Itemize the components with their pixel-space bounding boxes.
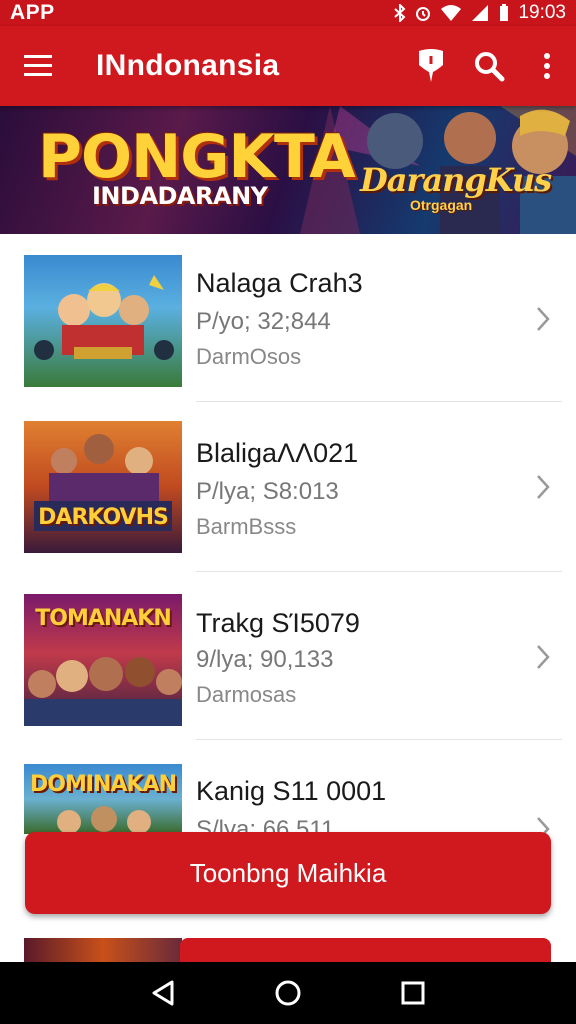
divider bbox=[196, 739, 562, 740]
chevron-right-icon bbox=[537, 645, 550, 669]
game-thumbnail bbox=[24, 255, 182, 387]
location-pin-icon bbox=[419, 49, 443, 82]
app-bar: INndonansia bbox=[0, 26, 576, 106]
item-title: BlaligaΛΛ021 bbox=[196, 438, 359, 468]
thumbnail-art bbox=[34, 434, 172, 531]
back-button[interactable] bbox=[133, 963, 193, 1023]
game-thumbnail: DARKOVHS bbox=[24, 421, 182, 553]
item-stats: 9/lya; 90,133 bbox=[196, 646, 334, 673]
alarm-icon bbox=[416, 7, 431, 21]
system-nav-bar bbox=[0, 962, 576, 1024]
wifi-icon bbox=[441, 5, 462, 21]
banner-logo-subtext: Otrgagan bbox=[410, 197, 473, 213]
search-button[interactable] bbox=[460, 26, 518, 106]
game-thumbnail bbox=[24, 938, 182, 964]
recents-square-icon bbox=[401, 981, 425, 1005]
chevron-right-icon bbox=[537, 307, 550, 331]
secondary-action-button[interactable] bbox=[180, 938, 551, 964]
item-stats: P/yo; 32;844 bbox=[196, 308, 331, 335]
list-item[interactable]: DARKOVHS BlaligaΛΛ021 P/lya; S8:013 Barm… bbox=[0, 406, 576, 576]
thumbnail-art bbox=[34, 275, 174, 360]
item-category: DarmOsos bbox=[196, 344, 302, 369]
battery-icon bbox=[500, 4, 509, 21]
menu-icon bbox=[24, 55, 52, 76]
item-category: BarmBsss bbox=[196, 514, 297, 539]
more-options-button[interactable] bbox=[518, 26, 576, 106]
status-app-name: APP bbox=[10, 1, 55, 24]
thumbnail-title: DOMINAKAN bbox=[30, 772, 177, 797]
home-circle-icon bbox=[275, 980, 301, 1006]
banner-subtitle: INDADARANY bbox=[92, 182, 268, 210]
item-title: Trakg ЅΊ5079 bbox=[196, 608, 360, 638]
primary-action-button[interactable]: Toonbng Maihkia bbox=[25, 832, 551, 914]
location-button[interactable] bbox=[402, 26, 460, 106]
signal-icon bbox=[472, 5, 489, 21]
app-title: INndonansia bbox=[96, 49, 280, 82]
item-title: Nalaga Crah3 bbox=[196, 268, 363, 298]
more-vert-icon bbox=[544, 53, 550, 79]
status-icons: 19:03 bbox=[394, 2, 566, 24]
home-button[interactable] bbox=[258, 963, 318, 1023]
thumbnail-title: DARKOVHS bbox=[38, 505, 169, 530]
game-thumbnail: TOMANAKN bbox=[24, 594, 182, 726]
menu-button[interactable] bbox=[0, 26, 76, 106]
item-stats: P/lya; S8:013 bbox=[196, 478, 339, 505]
back-triangle-icon bbox=[152, 980, 174, 1006]
divider bbox=[196, 401, 562, 402]
search-icon bbox=[475, 52, 505, 82]
list-item[interactable]: TOMANAKN Trakg ЅΊ5079 9/lya; 90,133 Darm… bbox=[0, 576, 576, 746]
game-thumbnail: DOMINAKAN bbox=[24, 764, 182, 834]
status-bar: APP 19:03 bbox=[0, 0, 576, 26]
recents-button[interactable] bbox=[383, 963, 443, 1023]
next-list-item-peek bbox=[0, 938, 576, 964]
status-time: 19:03 bbox=[518, 2, 566, 23]
divider bbox=[196, 571, 562, 572]
item-category: Darmosas bbox=[196, 682, 297, 707]
item-title: Kanig Ѕ11 0001 bbox=[196, 776, 387, 806]
thumbnail-title: TOMANAKN bbox=[35, 606, 172, 631]
list-item[interactable]: Nalaga Crah3 P/yo; 32;844 DarmOsos bbox=[0, 236, 576, 406]
chevron-right-icon bbox=[537, 475, 550, 499]
bluetooth-icon bbox=[394, 4, 406, 22]
banner-logo-text: DarangKus bbox=[360, 161, 552, 199]
promo-banner[interactable]: PONGKTA INDADARANY DarangKus Otrgagan bbox=[0, 106, 576, 234]
